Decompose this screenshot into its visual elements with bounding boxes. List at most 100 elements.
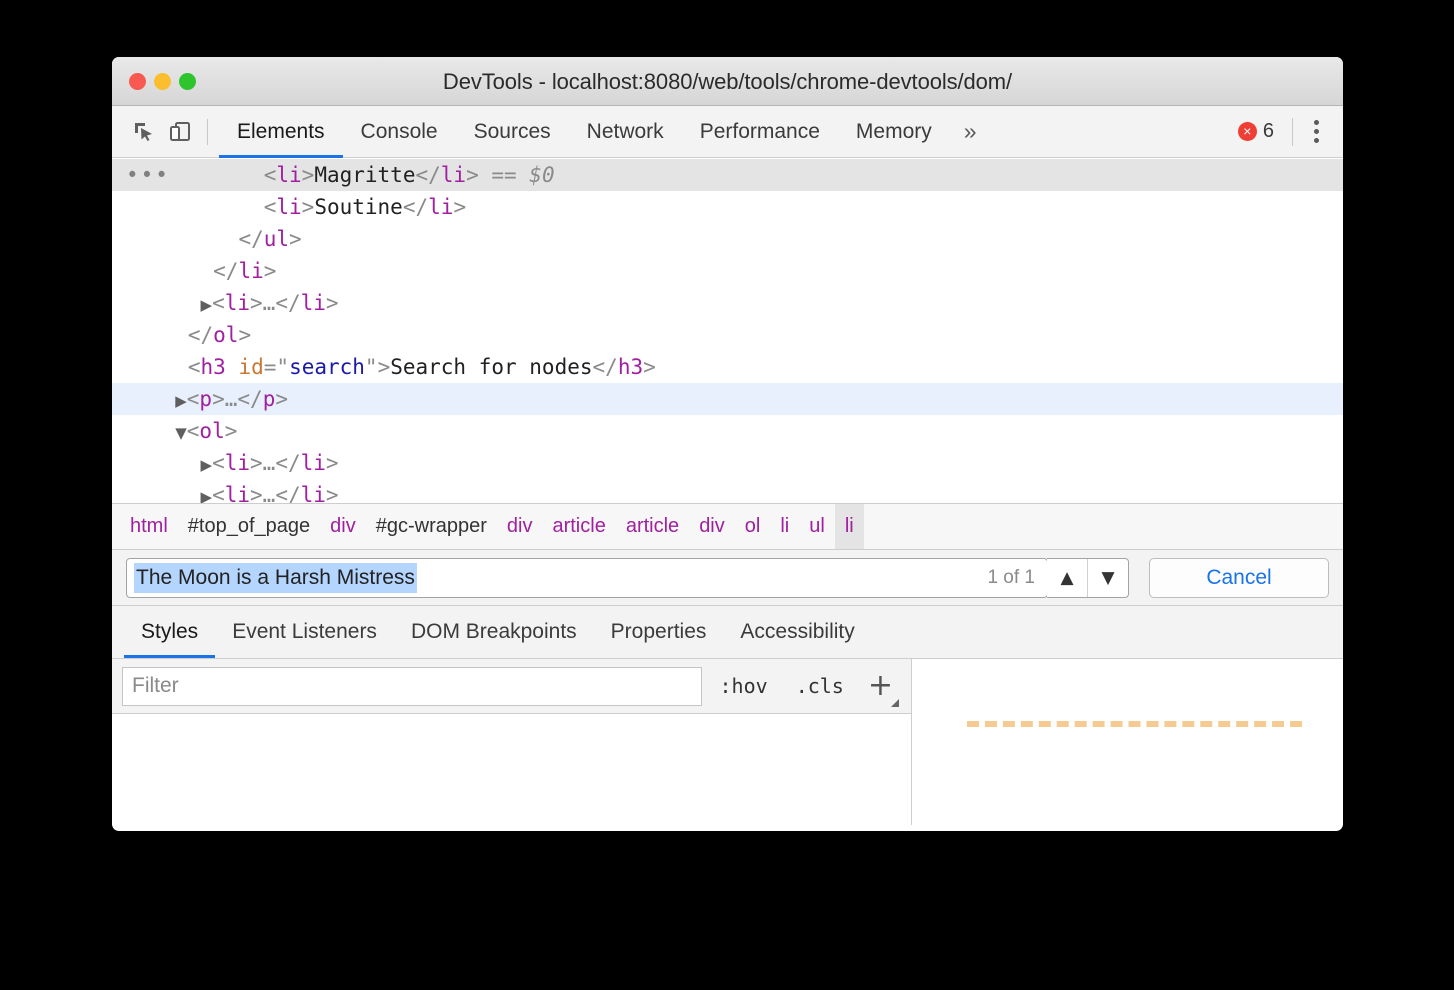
expand-triangle-icon[interactable]: ▶ [201, 296, 213, 314]
window-titlebar: DevTools - localhost:8080/web/tools/chro… [112, 57, 1343, 106]
dom-token-attr: id [238, 355, 263, 379]
error-count-badge[interactable]: × 6 [1238, 120, 1286, 143]
toggle-class-button[interactable]: .cls [786, 674, 854, 698]
tab-label: Console [361, 120, 438, 144]
dom-token-tag: li [225, 291, 250, 315]
dom-tree-row[interactable]: </ol> [112, 319, 1343, 351]
expand-triangle-icon[interactable]: ▶ [201, 488, 213, 503]
row-indent [112, 323, 188, 347]
dom-token-punc: > [302, 195, 315, 219]
breadcrumb[interactable]: html#top_of_pagediv#gc-wrapperdivarticle… [112, 503, 1343, 550]
dropdown-corner-icon[interactable] [891, 699, 899, 707]
chevron-down-icon[interactable]: ▼ [1087, 559, 1128, 597]
dom-token-punc: < [264, 195, 277, 219]
tab-label: Performance [700, 120, 820, 144]
dom-token-tag: p [263, 387, 276, 411]
dom-token-punc: > [453, 195, 466, 219]
tab-sources[interactable]: Sources [456, 106, 569, 158]
row-indent [112, 483, 201, 503]
tab-elements[interactable]: Elements [219, 106, 343, 158]
dom-token-sel0: == $0 [479, 163, 555, 187]
breadcrumb-item-div[interactable]: div [320, 504, 366, 549]
row-indent [112, 451, 201, 475]
styles-rules-column: Filter :hov .cls + [112, 659, 912, 825]
styles-filter-toolbar: Filter :hov .cls + [112, 659, 911, 714]
tab-performance[interactable]: Performance [682, 106, 838, 158]
scroll-ellipsis-icon[interactable]: ••• [126, 159, 170, 191]
dom-token-punc: … [263, 451, 276, 475]
dom-token-punc: > [238, 323, 251, 347]
breadcrumb-item-article[interactable]: article [616, 504, 689, 549]
tab-memory[interactable]: Memory [838, 106, 950, 158]
dom-token-punc: > [250, 483, 263, 503]
row-indent [112, 227, 238, 251]
inspect-element-icon[interactable] [126, 115, 162, 149]
new-style-rule-button[interactable]: + [854, 671, 901, 701]
dom-token-tag: li [225, 483, 250, 503]
tab-network[interactable]: Network [569, 106, 682, 158]
breadcrumb-item-li[interactable]: li [835, 504, 864, 549]
dom-token-tag: p [199, 387, 212, 411]
breadcrumb-item-gc-wrapper[interactable]: #gc-wrapper [366, 504, 497, 549]
tab-console[interactable]: Console [343, 106, 456, 158]
tab-dom-breakpoints[interactable]: DOM Breakpoints [394, 606, 594, 658]
cancel-button[interactable]: Cancel [1149, 558, 1329, 598]
subtab-label: Styles [141, 620, 198, 644]
tab-accessibility[interactable]: Accessibility [723, 606, 871, 658]
chevron-up-icon[interactable]: ▲ [1047, 559, 1087, 597]
styles-rules-list [112, 714, 911, 824]
breadcrumb-item-li[interactable]: li [770, 504, 799, 549]
dom-token-punc: > [326, 291, 339, 315]
window-title: DevTools - localhost:8080/web/tools/chro… [112, 69, 1343, 95]
subtab-label: Properties [611, 620, 707, 644]
breadcrumb-item-article[interactable]: article [542, 504, 615, 549]
dom-tree-row[interactable]: ▶<li>…</li> [112, 287, 1343, 319]
dom-token-tag: ol [199, 419, 224, 443]
dom-tree-row[interactable]: ▶<li>…</li> [112, 479, 1343, 503]
tab-styles[interactable]: Styles [124, 606, 215, 658]
expand-triangle-icon[interactable]: ▶ [175, 392, 187, 410]
filter-input[interactable]: Filter [122, 667, 702, 706]
toggle-hover-state-button[interactable]: :hov [710, 674, 778, 698]
tab-properties[interactable]: Properties [594, 606, 724, 658]
more-tabs-icon[interactable]: » [950, 106, 991, 158]
collapse-triangle-icon[interactable]: ▼ [175, 424, 187, 442]
tab-label: Network [587, 120, 664, 144]
subtab-label: DOM Breakpoints [411, 620, 577, 644]
dom-token-punc: </ [188, 323, 213, 347]
devtools-window: DevTools - localhost:8080/web/tools/chro… [112, 57, 1343, 831]
breadcrumb-item-ol[interactable]: ol [735, 504, 771, 549]
search-input[interactable]: The Moon is a Harsh Mistress 1 of 1 [126, 558, 1048, 598]
dom-tree-row[interactable]: <h3 id="search">Search for nodes</h3> [112, 351, 1343, 383]
breadcrumb-item-div[interactable]: div [689, 504, 735, 549]
styles-pane: Filter :hov .cls + [112, 659, 1343, 825]
dom-tree-row[interactable]: ▶<p>…</p> [112, 383, 1343, 415]
dom-tree[interactable]: ••• <li>Magritte</li> == $0 <li>Soutine<… [112, 158, 1343, 503]
panel-tab-strip: Elements Console Sources Network Perform… [219, 106, 991, 158]
kebab-menu-icon[interactable] [1299, 116, 1333, 147]
sidebar-pane-tabs: Styles Event Listeners DOM Breakpoints P… [112, 606, 1343, 659]
toolbar-right-group: × 6 [1238, 116, 1343, 147]
dom-tree-row[interactable]: ••• <li>Magritte</li> == $0 [112, 159, 1343, 191]
breadcrumb-item-html[interactable]: html [120, 504, 178, 549]
breadcrumb-item-div[interactable]: div [497, 504, 543, 549]
dom-token-punc: > [225, 419, 238, 443]
expand-triangle-icon[interactable]: ▶ [201, 456, 213, 474]
dom-token-punc: < [212, 451, 225, 475]
dom-tree-row[interactable]: <li>Soutine</li> [112, 191, 1343, 223]
dom-tree-row[interactable]: ▶<li>…</li> [112, 447, 1343, 479]
row-indent [112, 195, 264, 219]
breadcrumb-item-topofpage[interactable]: #top_of_page [178, 504, 320, 549]
search-match-count: 1 of 1 [987, 567, 1047, 589]
breadcrumb-item-ul[interactable]: ul [799, 504, 835, 549]
tab-event-listeners[interactable]: Event Listeners [215, 606, 394, 658]
device-toolbar-icon[interactable] [162, 115, 198, 149]
dom-tree-row[interactable]: ▼<ol> [112, 415, 1343, 447]
dom-tree-row[interactable]: </li> [112, 255, 1343, 287]
dom-token-punc: > [250, 451, 263, 475]
row-indent [112, 355, 188, 379]
dom-token-punc: < [187, 419, 200, 443]
dom-search-bar: The Moon is a Harsh Mistress 1 of 1 ▲ ▼ … [112, 550, 1343, 606]
dom-tree-row[interactable]: </ul> [112, 223, 1343, 255]
dom-token-punc: > [264, 259, 277, 283]
